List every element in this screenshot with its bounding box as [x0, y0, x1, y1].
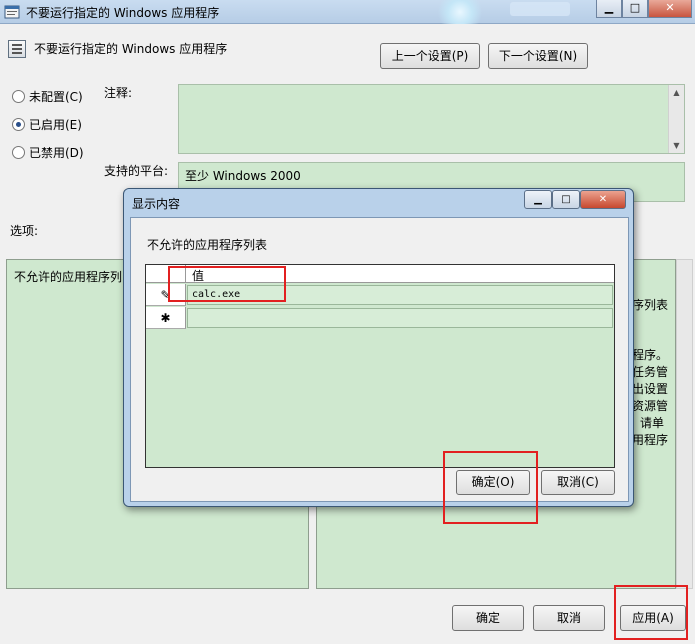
radio-not-configured-circle[interactable]: [12, 90, 25, 103]
help-text-line: 出设置: [632, 382, 669, 396]
comment-scrollbar[interactable]: ▲ ▼: [668, 85, 684, 153]
dialog-close-button[interactable]: ✕: [580, 190, 626, 209]
show-contents-dialog: 显示内容 ▁ □ ✕ 不允许的应用程序列表 值 ✎ calc.exe ✱ 确定(…: [123, 188, 634, 507]
radio-disabled-label: 已禁用(D): [29, 146, 84, 160]
dialog-maximize-button[interactable]: □: [552, 190, 580, 209]
background-app-label: [510, 2, 570, 16]
radio-not-configured-label: 未配置(C): [29, 90, 83, 104]
help-text-line: 资源管: [632, 399, 669, 413]
dialog-title: 显示内容: [132, 197, 181, 211]
maximize-button[interactable]: □: [622, 0, 648, 18]
scroll-down-icon[interactable]: ▼: [669, 138, 684, 153]
highlight-apply-frame: [614, 585, 688, 640]
radio-enabled-circle[interactable]: [12, 118, 25, 131]
help-text-line: 程序。: [632, 348, 669, 362]
window-titlebar: 不要运行指定的 Windows 应用程序 ▁ □ ✕: [0, 0, 695, 24]
help-text-line: 序列表: [632, 298, 669, 312]
close-button[interactable]: ✕: [648, 0, 692, 18]
comment-label: 注释:: [104, 86, 133, 100]
scroll-up-icon[interactable]: ▲: [669, 85, 684, 100]
previous-setting-button[interactable]: 上一个设置(P): [380, 43, 480, 69]
cancel-button[interactable]: 取消: [533, 605, 605, 631]
dialog-minimize-button[interactable]: ▁: [524, 190, 552, 209]
radio-not-configured[interactable]: 未配置(C): [12, 88, 83, 105]
platform-label: 支持的平台:: [104, 164, 169, 178]
background-app-icon: [430, 0, 490, 24]
dialog-body: 不允许的应用程序列表 值 ✎ calc.exe ✱ 确定(O) 取消(C): [130, 217, 629, 502]
help-text-line: 任务管: [632, 365, 669, 379]
radio-disabled-circle[interactable]: [12, 146, 25, 159]
dialog-cancel-button[interactable]: 取消(C): [541, 470, 615, 495]
ok-button[interactable]: 确定: [452, 605, 524, 631]
window-title: 不要运行指定的 Windows 应用程序: [26, 6, 220, 20]
policy-window-icon: [4, 5, 20, 19]
platform-value: 至少 Windows 2000: [185, 169, 301, 183]
help-scrollbar[interactable]: [676, 259, 693, 589]
list-label: 不允许的应用程序列表: [147, 238, 268, 252]
minimize-button[interactable]: ▁: [596, 0, 622, 18]
grid-cell-new[interactable]: [187, 308, 613, 328]
asterisk-icon: ✱: [146, 307, 186, 329]
policy-title: 不要运行指定的 Windows 应用程序: [34, 42, 228, 56]
next-setting-button[interactable]: 下一个设置(N): [488, 43, 588, 69]
highlight-value-frame: [168, 266, 286, 302]
grid-row-new[interactable]: ✱: [146, 307, 614, 329]
comment-textarea[interactable]: ▲ ▼: [178, 84, 685, 154]
radio-enabled-label: 已启用(E): [29, 118, 82, 132]
radio-disabled[interactable]: 已禁用(D): [12, 144, 84, 161]
radio-enabled[interactable]: 已启用(E): [12, 116, 82, 133]
help-text-line: 用程序: [632, 433, 669, 447]
policy-setting-icon: [8, 40, 26, 58]
help-text-line: 请单: [640, 416, 665, 430]
options-item-label: 不允许的应用程序列: [14, 270, 123, 284]
options-label: 选项:: [10, 224, 39, 238]
highlight-ok-frame: [443, 451, 538, 524]
